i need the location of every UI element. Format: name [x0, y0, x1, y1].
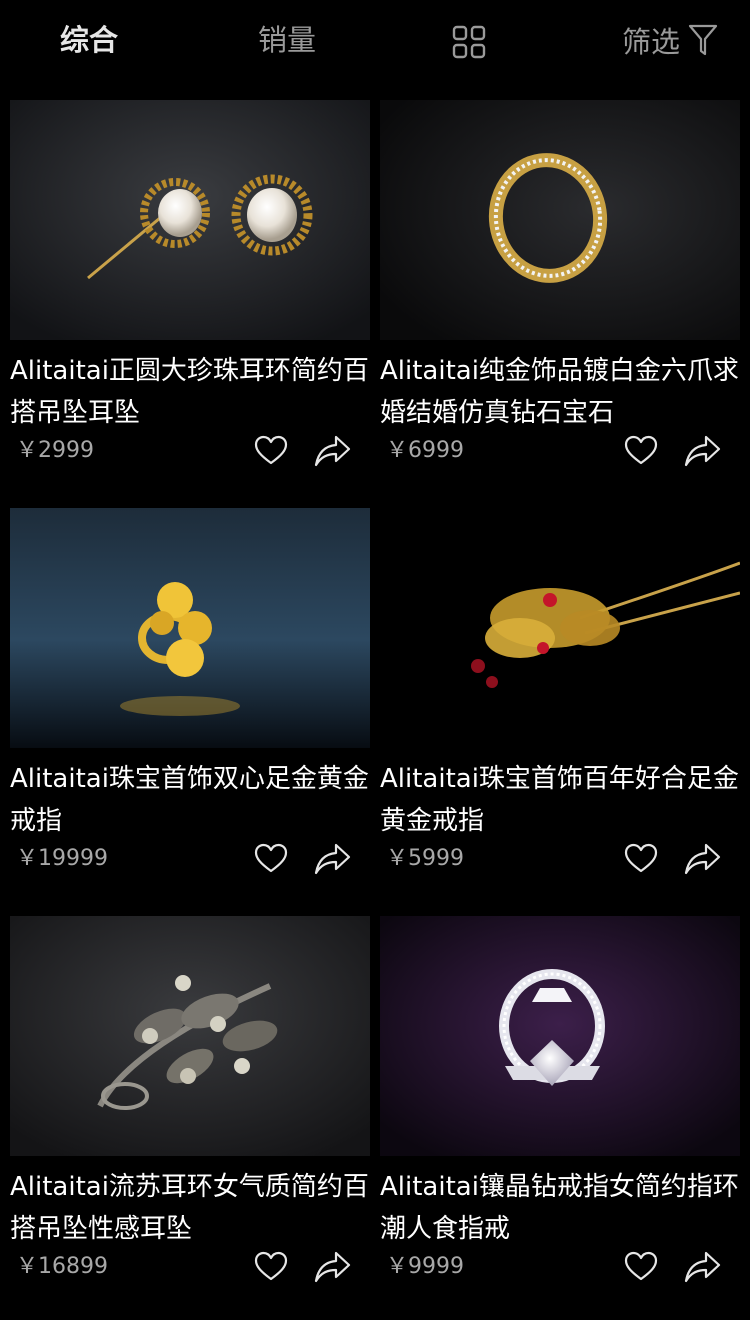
product-card[interactable]: Alitaitai珠宝首饰百年好合足金黄金戒指 ￥5999	[380, 508, 740, 888]
share-arrow-icon[interactable]	[314, 434, 352, 468]
product-card[interactable]: Alitaitai珠宝首饰双心足金黄金戒指 ￥19999	[10, 508, 370, 888]
heart-icon[interactable]	[624, 1250, 658, 1284]
filter-button[interactable]: 筛选	[622, 20, 718, 60]
share-arrow-icon[interactable]	[314, 1250, 352, 1284]
share-arrow-icon[interactable]	[684, 842, 722, 876]
diamond-solitaire-ring-photo[interactable]	[380, 916, 740, 1156]
funnel-icon	[688, 24, 718, 56]
heart-icon[interactable]	[254, 1250, 288, 1284]
share-arrow-icon[interactable]	[684, 434, 722, 468]
product-price: ￥19999	[16, 846, 108, 871]
product-title[interactable]: Alitaitai流苏耳环女气质简约百搭吊坠性感耳坠	[10, 1166, 370, 1250]
product-price: ￥16899	[16, 1254, 108, 1279]
crystal-leaf-brooch-photo[interactable]	[10, 916, 370, 1156]
product-card[interactable]: Alitaitai正圆大珍珠耳环简约百搭吊坠耳坠 ￥2999	[10, 100, 370, 480]
pearl-earrings-photo[interactable]	[10, 100, 370, 340]
grid-view-icon[interactable]	[451, 24, 487, 60]
gold-flower-ring-photo[interactable]	[10, 508, 370, 748]
tab-sales[interactable]: 销量	[258, 20, 316, 60]
filter-label: 筛选	[622, 25, 681, 59]
share-arrow-icon[interactable]	[314, 842, 352, 876]
heart-icon[interactable]	[624, 842, 658, 876]
product-title[interactable]: Alitaitai正圆大珍珠耳环简约百搭吊坠耳坠	[10, 350, 370, 434]
gold-flower-hairpin-photo[interactable]	[380, 508, 740, 748]
product-price: ￥9999	[386, 1254, 464, 1279]
product-title[interactable]: Alitaitai镶晶钻戒指女简约指环潮人食指戒	[380, 1166, 740, 1250]
product-card[interactable]: Alitaitai流苏耳环女气质简约百搭吊坠性感耳坠 ￥16899	[10, 916, 370, 1296]
heart-icon[interactable]	[254, 434, 288, 468]
product-title[interactable]: Alitaitai珠宝首饰百年好合足金黄金戒指	[380, 758, 740, 842]
top-filter-bar: 综合 销量 筛选	[0, 0, 750, 84]
gold-diamond-band-ring-photo[interactable]	[380, 100, 740, 340]
product-price: ￥2999	[16, 438, 94, 463]
product-price: ￥6999	[386, 438, 464, 463]
product-card[interactable]: Alitaitai纯金饰品镀白金六爪求婚结婚仿真钻石宝石 ￥6999	[380, 100, 740, 480]
share-arrow-icon[interactable]	[684, 1250, 722, 1284]
product-card[interactable]: Alitaitai镶晶钻戒指女简约指环潮人食指戒 ￥9999	[380, 916, 740, 1296]
heart-icon[interactable]	[254, 842, 288, 876]
product-price: ￥5999	[386, 846, 464, 871]
product-title[interactable]: Alitaitai纯金饰品镀白金六爪求婚结婚仿真钻石宝石	[380, 350, 740, 434]
product-title[interactable]: Alitaitai珠宝首饰双心足金黄金戒指	[10, 758, 370, 842]
tab-comprehensive[interactable]: 综合	[60, 20, 118, 60]
heart-icon[interactable]	[624, 434, 658, 468]
